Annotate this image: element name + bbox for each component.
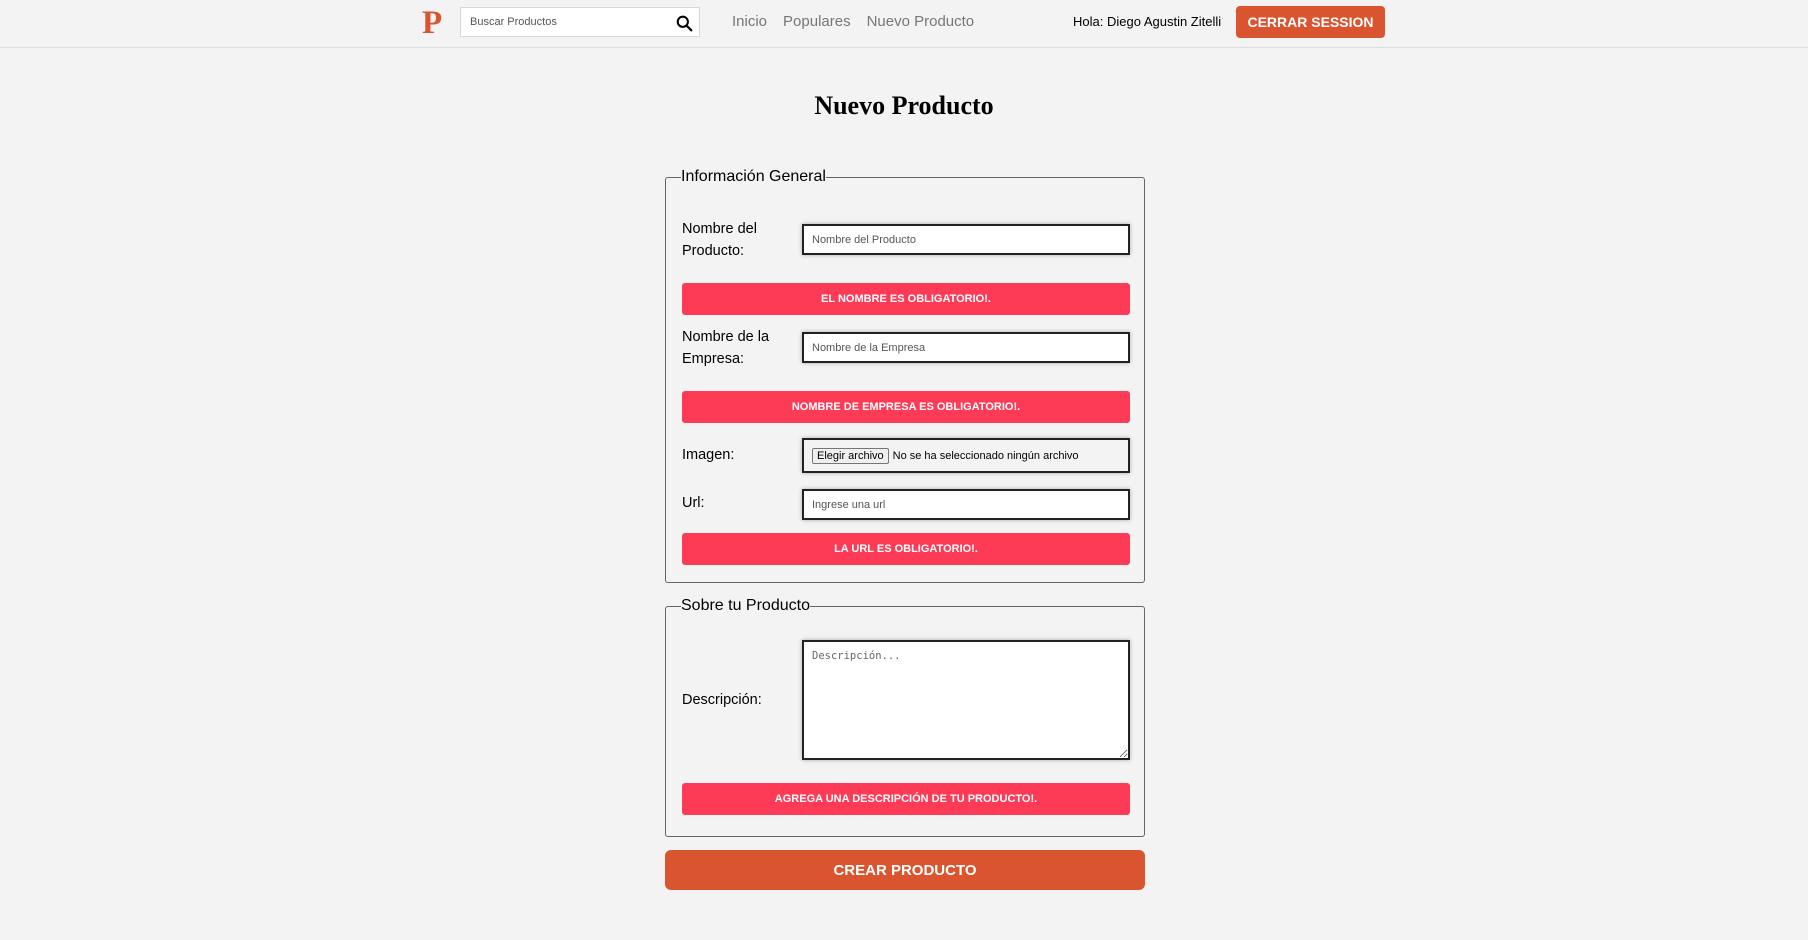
create-product-button[interactable]: Crear Producto [665,850,1145,890]
top-navbar: P Inicio Populares Nuevo Producto Hola: … [0,0,1808,48]
product-name-error: El nombre es obligatorio!. [682,283,1130,315]
search-button[interactable] [674,13,694,33]
general-info-legend: Información General [681,168,826,185]
product-name-label: Nombre del Producto: [682,221,757,259]
nav-link-inicio[interactable]: Inicio [732,13,767,30]
product-name-input[interactable] [802,224,1130,255]
site-logo[interactable]: P [422,4,442,42]
company-name-input[interactable] [802,332,1130,363]
file-status-text: No se ha seleccionado ningún archivo [892,449,1079,462]
image-file-input[interactable]: Elegir archivo No se ha seleccionado nin… [802,438,1130,473]
general-info-fieldset: Información General Nombre del Producto:… [665,168,1145,583]
description-textarea[interactable] [802,640,1130,760]
logout-button[interactable]: Cerrar Session [1236,6,1385,38]
nav-link-populares[interactable]: Populares [783,13,851,30]
nav-link-nuevo-producto[interactable]: Nuevo Producto [867,13,975,30]
url-input[interactable] [802,489,1130,520]
search-box [460,7,700,37]
page-title: Nuevo Producto [814,91,994,120]
main-nav: Inicio Populares Nuevo Producto [732,13,974,30]
about-product-fieldset: Sobre tu Producto Descripción: Agrega un… [665,597,1145,837]
image-label: Imagen: [682,447,735,463]
description-label: Descripción: [682,692,762,708]
url-label: Url: [682,495,705,511]
search-icon [676,15,692,31]
company-name-error: Nombre de empresa es obligatorio!. [682,391,1130,423]
search-input[interactable] [461,8,661,36]
company-name-label: Nombre de la Empresa: [682,329,770,367]
url-error: La url es obligatorio!. [682,533,1130,565]
choose-file-button[interactable]: Elegir archivo [812,447,889,464]
description-error: Agrega una descripción de tu producto!. [682,783,1130,815]
user-greeting: Hola: Diego Agustin Zitelli [1073,14,1222,29]
about-product-legend: Sobre tu Producto [681,597,810,614]
